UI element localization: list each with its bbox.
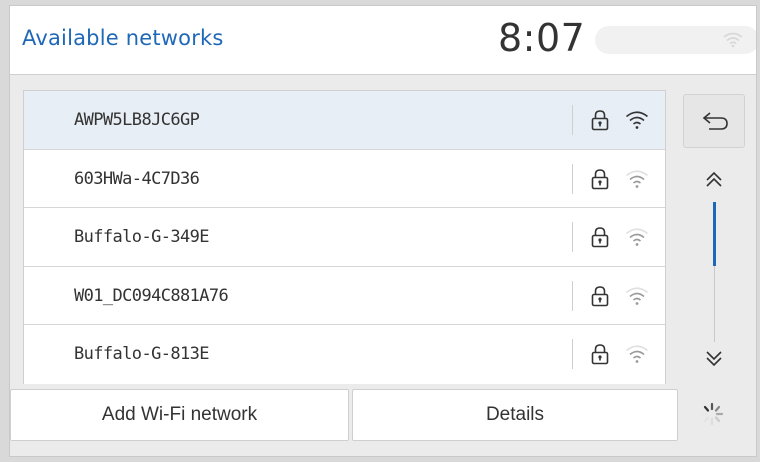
row-divider (572, 339, 573, 370)
header-bar: Available networks 8:07 (10, 6, 756, 75)
network-row[interactable]: AWPW5LB8JC6GP (24, 91, 665, 150)
lock-icon (591, 226, 609, 248)
wifi-icon (723, 32, 743, 48)
loading-spinner-icon (700, 402, 724, 426)
row-divider (572, 280, 573, 311)
back-arrow-icon (702, 112, 728, 130)
network-row[interactable]: Buffalo-G-813E (24, 325, 665, 384)
lock-icon (591, 168, 609, 190)
row-divider (572, 222, 573, 253)
wifi-signal-icon (625, 344, 649, 364)
details-button[interactable]: Details (352, 389, 678, 441)
lock-icon (591, 109, 609, 131)
clock: 8:07 (498, 16, 586, 60)
wifi-signal-icon (625, 169, 649, 189)
chevron-double-down-icon[interactable] (704, 348, 724, 368)
network-ssid: AWPW5LB8JC6GP (74, 110, 200, 130)
add-wifi-network-button[interactable]: Add Wi-Fi network (10, 389, 349, 441)
bottom-bar: Add Wi-Fi network Details (10, 384, 756, 456)
page-title: Available networks (22, 26, 224, 50)
network-ssid: W01_DC094C881A76 (74, 285, 229, 306)
wifi-settings-screen: Available networks 8:07 AWPW5LB8JC6GP 603… (9, 5, 757, 457)
wifi-signal-icon (625, 286, 649, 306)
row-divider (572, 105, 573, 135)
wifi-signal-icon (625, 110, 649, 130)
network-ssid: 603HWa-4C7D36 (74, 168, 200, 189)
row-divider (572, 163, 573, 194)
chevron-double-up-icon[interactable] (704, 170, 724, 190)
lock-icon (591, 343, 609, 365)
back-button[interactable] (683, 94, 745, 148)
scrollbar-thumb[interactable] (713, 202, 716, 266)
wifi-signal-icon (625, 227, 649, 247)
network-list: AWPW5LB8JC6GP 603HWa-4C7D36 Buffalo-G-349E… (23, 90, 666, 385)
network-row[interactable]: Buffalo-G-349E (24, 208, 665, 267)
network-ssid: Buffalo-G-813E (74, 344, 209, 365)
network-row[interactable]: W01_DC094C881A76 (24, 267, 665, 326)
lock-icon (591, 285, 609, 307)
status-pill (595, 26, 756, 54)
network-row[interactable]: 603HWa-4C7D36 (24, 150, 665, 209)
network-ssid: Buffalo-G-349E (74, 227, 209, 248)
